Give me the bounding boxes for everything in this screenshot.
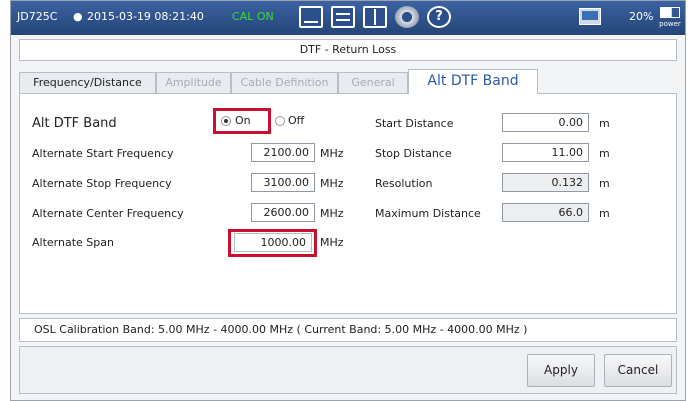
alt-start-freq-field[interactable]: 2100.00 xyxy=(251,143,315,162)
alt-stop-freq-unit: MHz xyxy=(320,177,344,190)
stop-distance-field[interactable]: 11.00 xyxy=(502,143,589,162)
battery-level: 20% xyxy=(629,10,654,23)
alt-center-freq-label: Alternate Center Frequency xyxy=(32,207,184,220)
off-radio-button[interactable] xyxy=(275,116,285,126)
alt-center-freq-field[interactable]: 2600.00 xyxy=(251,203,315,222)
resolution-label: Resolution xyxy=(375,177,433,190)
on-radio-button[interactable] xyxy=(221,116,231,126)
max-distance-value: 66.0 xyxy=(502,203,589,222)
stop-distance-label: Stop Distance xyxy=(375,147,452,160)
resolution-value: 0.132 xyxy=(502,173,589,192)
tab-general[interactable]: General xyxy=(338,72,408,93)
start-distance-field[interactable]: 0.00 xyxy=(502,113,589,132)
alt-dtf-band-label: Alt DTF Band xyxy=(32,116,117,131)
cancel-button[interactable]: Cancel xyxy=(604,354,672,387)
status-bar: JD725C ● 2015-03-19 08:21:40 CAL ON ? 20… xyxy=(11,1,685,35)
alt-span-unit: MHz xyxy=(320,236,344,249)
alt-stop-freq-field[interactable]: 3100.00 xyxy=(251,173,315,192)
window-title: DTF - Return Loss xyxy=(19,39,677,61)
clock-icon: ● xyxy=(73,10,83,23)
help-icon[interactable]: ? xyxy=(427,6,451,28)
on-radio-label: On xyxy=(235,114,251,127)
app-window: JD725C ● 2015-03-19 08:21:40 CAL ON ? 20… xyxy=(10,0,686,401)
datetime: 2015-03-19 08:21:40 xyxy=(87,10,204,23)
alt-span-field[interactable]: 1000.00 xyxy=(234,233,312,252)
power-label: power xyxy=(659,20,681,28)
resolution-unit: m xyxy=(599,177,610,190)
alt-center-freq-unit: MHz xyxy=(320,207,344,220)
tab-cable-definition[interactable]: Cable Definition xyxy=(231,72,338,93)
alt-start-freq-unit: MHz xyxy=(320,147,344,160)
max-distance-label: Maximum Distance xyxy=(375,207,481,220)
screen-icon[interactable] xyxy=(299,6,323,28)
start-distance-unit: m xyxy=(599,117,610,130)
max-distance-unit: m xyxy=(599,207,610,220)
alt-span-label: Alternate Span xyxy=(32,236,114,249)
off-radio-label: Off xyxy=(288,114,305,127)
tab-amplitude[interactable]: Amplitude xyxy=(156,72,231,93)
tab-alt-dtf-band[interactable]: Alt DTF Band xyxy=(408,69,538,94)
stop-distance-unit: m xyxy=(599,147,610,160)
settings-panel: Alt DTF Band On Off Alternate Start Freq… xyxy=(19,93,677,314)
tab-frequency-distance[interactable]: Frequency/Distance xyxy=(19,72,156,93)
power-icon: power xyxy=(659,7,681,29)
alt-stop-freq-label: Alternate Stop Frequency xyxy=(32,177,172,190)
apply-button[interactable]: Apply xyxy=(527,354,595,387)
cal-status: CAL ON xyxy=(232,10,274,23)
model-label: JD725C xyxy=(17,10,58,23)
alt-start-freq-label: Alternate Start Frequency xyxy=(32,147,174,160)
calibration-info: OSL Calibration Band: 5.00 MHz - 4000.00… xyxy=(19,318,677,342)
monitor-icon[interactable] xyxy=(579,8,601,25)
list-icon[interactable] xyxy=(331,6,355,28)
button-bar: Apply Cancel xyxy=(19,346,677,394)
start-distance-label: Start Distance xyxy=(375,117,454,130)
gear-icon[interactable] xyxy=(395,6,419,28)
book-icon[interactable] xyxy=(363,6,387,28)
